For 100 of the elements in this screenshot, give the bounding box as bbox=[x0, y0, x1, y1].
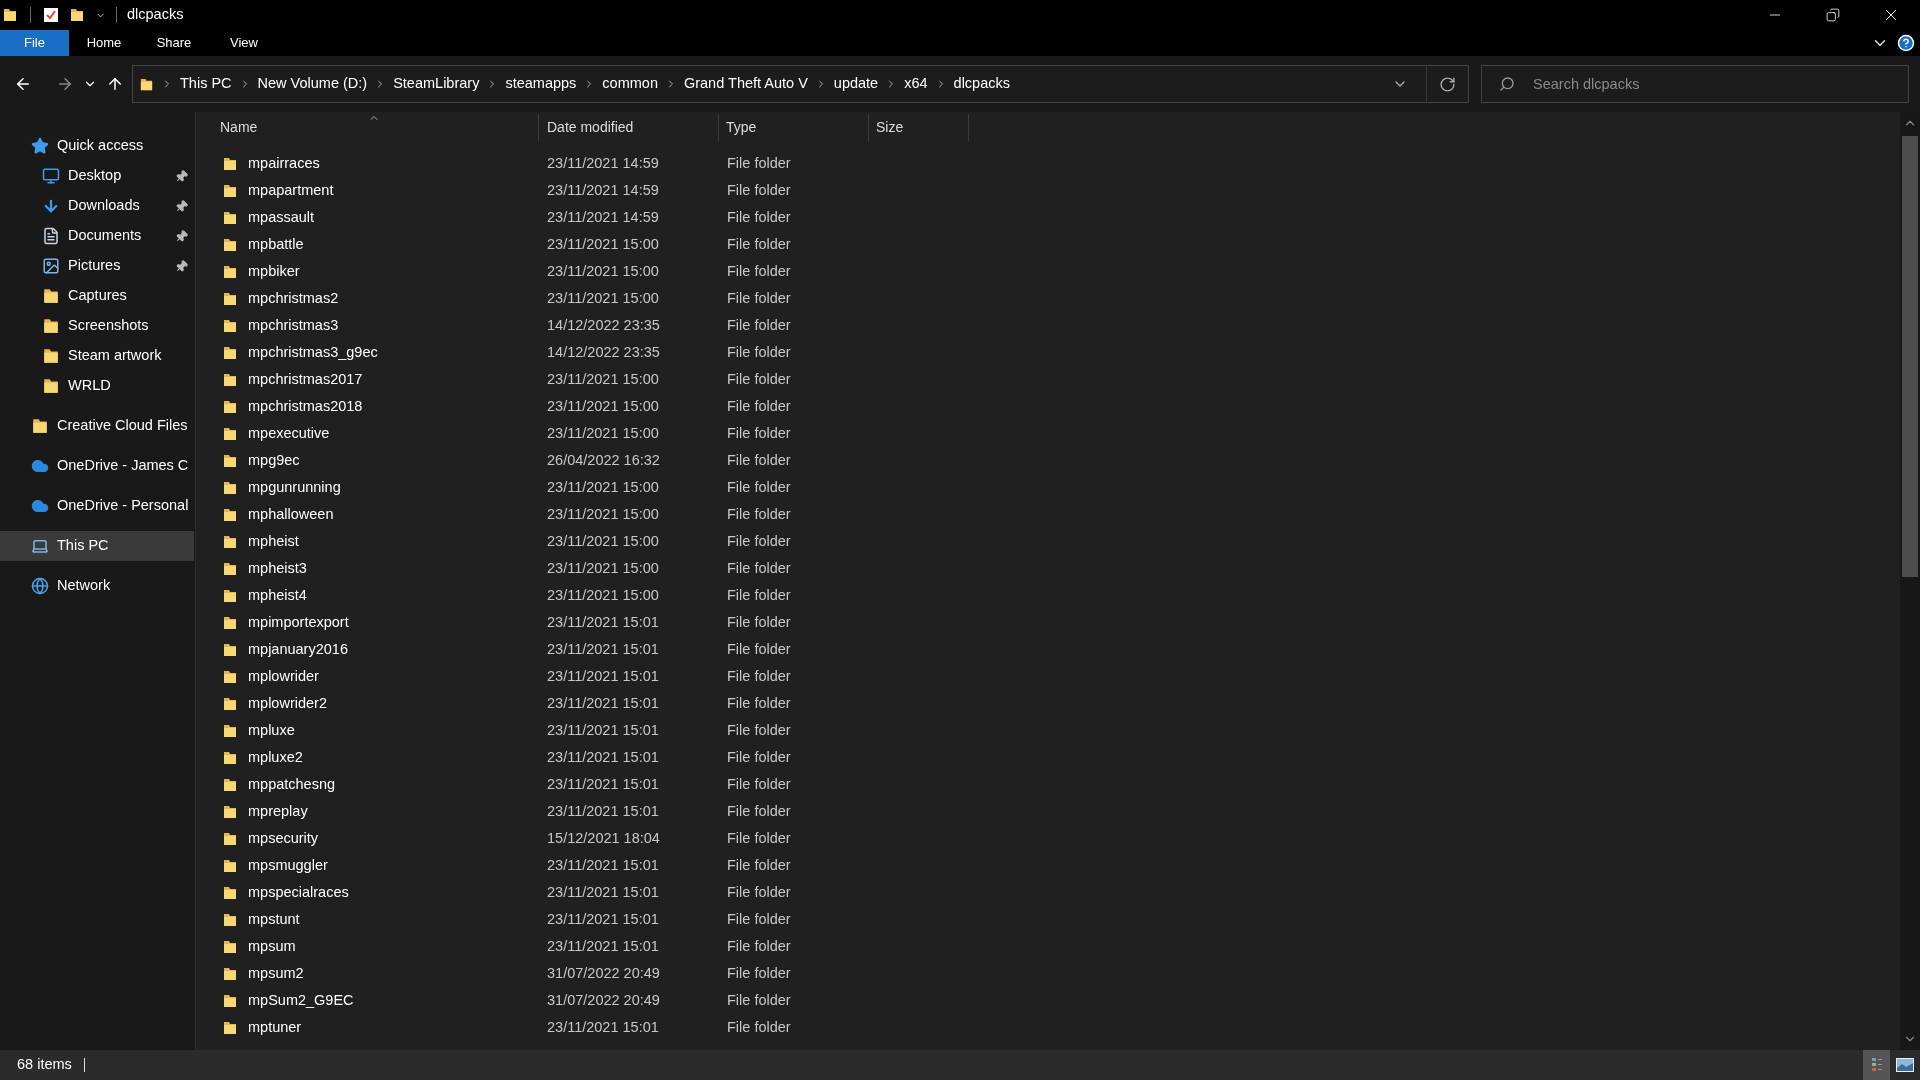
file-name[interactable]: mpgunrunning bbox=[248, 476, 547, 499]
file-name[interactable]: mpg9ec bbox=[248, 449, 547, 472]
sidebar-item[interactable]: Downloads bbox=[0, 191, 194, 221]
file-name[interactable]: mpimportexport bbox=[248, 611, 547, 634]
date-modified: 23/11/2021 15:01 bbox=[547, 639, 660, 659]
file-name[interactable]: mpbiker bbox=[248, 260, 547, 283]
file-name[interactable]: mpchristmas2 bbox=[248, 287, 547, 310]
file-type: File folder bbox=[727, 369, 792, 389]
breadcrumb-item[interactable]: x64 bbox=[904, 73, 928, 95]
file-name[interactable]: mppatchesng bbox=[248, 773, 547, 796]
back-icon[interactable] bbox=[14, 75, 32, 93]
sidebar-item[interactable]: Documents bbox=[0, 221, 194, 251]
sidebar-item[interactable]: Screenshots bbox=[0, 311, 194, 341]
file-type: File folder bbox=[727, 207, 792, 227]
details-view-button[interactable] bbox=[1863, 1050, 1890, 1080]
date-modified: 23/11/2021 15:01 bbox=[547, 1017, 660, 1037]
file-name[interactable]: mpheist3 bbox=[248, 557, 547, 580]
file-name[interactable]: mpairraces bbox=[248, 152, 547, 175]
date-modified: 23/11/2021 15:00 bbox=[547, 288, 660, 308]
breadcrumb-item[interactable]: common bbox=[602, 73, 658, 95]
file-name[interactable]: mpspecialraces bbox=[248, 881, 547, 904]
date-modified: 23/11/2021 15:00 bbox=[547, 558, 660, 578]
sidebar-item[interactable]: OneDrive - Personal bbox=[0, 491, 194, 521]
file-name[interactable]: mpheist bbox=[248, 530, 547, 553]
breadcrumb-item[interactable]: dlcpacks bbox=[953, 73, 1010, 95]
breadcrumb-item[interactable]: New Volume (D:) bbox=[257, 73, 368, 95]
file-name[interactable]: mpexecutive bbox=[248, 422, 547, 445]
file-type: File folder bbox=[727, 612, 792, 632]
file-name[interactable]: mpreplay bbox=[248, 800, 547, 823]
scrollbar[interactable] bbox=[1900, 112, 1920, 1050]
file-name[interactable]: mpsmuggler bbox=[248, 854, 547, 877]
refresh-icon[interactable] bbox=[1439, 75, 1456, 93]
checklist-icon[interactable] bbox=[43, 7, 59, 23]
file-name[interactable]: mpchristmas3 bbox=[248, 314, 547, 337]
ribbon-tab[interactable]: Share bbox=[139, 30, 209, 56]
search-field[interactable]: Search dlcpacks bbox=[1481, 65, 1909, 103]
restore-icon[interactable] bbox=[1826, 8, 1840, 22]
file-name[interactable]: mpsum bbox=[248, 935, 547, 958]
file-name[interactable]: mpapartment bbox=[248, 179, 547, 202]
column-header[interactable]: Size bbox=[869, 114, 969, 141]
breadcrumb-item[interactable]: update bbox=[833, 73, 879, 95]
sidebar-item[interactable]: WRLD bbox=[0, 371, 194, 401]
file-name[interactable]: mptuner bbox=[248, 1016, 547, 1039]
sidebar-item[interactable]: Quick access bbox=[0, 131, 194, 161]
file-type: File folder bbox=[727, 936, 792, 956]
date-modified: 23/11/2021 15:01 bbox=[547, 801, 660, 821]
sidebar-item[interactable]: Network bbox=[0, 571, 194, 601]
address-bar[interactable]: This PC New Volume (D:) SteamLibrary steamapps common Grand Theft Auto V update x64 dlcpacks bbox=[132, 65, 1469, 103]
sidebar-item[interactable]: Captures bbox=[0, 281, 194, 311]
breadcrumb-item[interactable]: SteamLibrary bbox=[393, 73, 480, 95]
large-icons-view-icon[interactable] bbox=[1896, 1058, 1914, 1072]
file-name[interactable]: mpstunt bbox=[248, 908, 547, 931]
sidebar-item[interactable]: Pictures bbox=[0, 251, 194, 281]
file-name[interactable]: mpjanuary2016 bbox=[248, 638, 547, 661]
file-name[interactable]: mpsum2 bbox=[248, 962, 547, 985]
window-title: dlcpacks bbox=[127, 5, 184, 25]
breadcrumb-item[interactable]: steamapps bbox=[505, 73, 577, 95]
file-name[interactable]: mpsecurity bbox=[248, 827, 547, 850]
file-name[interactable]: mpSum2_G9EC bbox=[248, 989, 547, 1012]
sidebar-item[interactable]: OneDrive - James C bbox=[0, 451, 194, 481]
file-name[interactable]: mpchristmas2018 bbox=[248, 395, 547, 418]
file-name[interactable]: mpluxe bbox=[248, 719, 547, 742]
ribbon-tab[interactable]: File bbox=[0, 30, 69, 56]
column-header[interactable]: Name bbox=[196, 114, 539, 141]
file-type: File folder bbox=[727, 396, 792, 416]
file-name[interactable]: mpbattle bbox=[248, 233, 547, 256]
file-name[interactable]: mplowrider bbox=[248, 665, 547, 688]
file-name[interactable]: mpchristmas2017 bbox=[248, 368, 547, 391]
scrollbar-thumb[interactable] bbox=[1902, 136, 1918, 577]
breadcrumb-item[interactable]: Grand Theft Auto V bbox=[683, 73, 808, 95]
file-name[interactable]: mpluxe2 bbox=[248, 746, 547, 769]
sidebar-item[interactable]: Creative Cloud Files bbox=[0, 411, 194, 441]
details-view-icon[interactable] bbox=[1871, 1057, 1882, 1073]
file-name[interactable]: mpassault bbox=[248, 206, 547, 229]
folder-icon bbox=[42, 347, 60, 365]
sidebar-item[interactable]: Desktop bbox=[0, 161, 194, 191]
file-name[interactable]: mpheist4 bbox=[248, 584, 547, 607]
forward-icon[interactable] bbox=[56, 75, 74, 93]
folder-icon bbox=[222, 506, 238, 523]
breadcrumb-item[interactable]: This PC bbox=[180, 73, 232, 95]
help-icon[interactable] bbox=[1897, 34, 1915, 52]
ribbon-tab[interactable]: Home bbox=[69, 30, 139, 56]
folder-icon bbox=[222, 641, 238, 658]
up-icon[interactable] bbox=[106, 75, 124, 93]
ribbon-tab[interactable]: View bbox=[209, 30, 279, 56]
file-name[interactable]: mplowrider2 bbox=[248, 692, 547, 715]
column-header[interactable]: Date modified bbox=[539, 114, 719, 141]
file-type: File folder bbox=[727, 666, 792, 686]
column-header[interactable]: Type bbox=[719, 114, 869, 141]
file-type: File folder bbox=[727, 261, 792, 281]
folder-icon bbox=[222, 884, 238, 901]
file-type: File folder bbox=[727, 990, 792, 1010]
file-name[interactable]: mphalloween bbox=[248, 503, 547, 526]
date-modified: 23/11/2021 15:00 bbox=[547, 423, 660, 443]
date-modified: 15/12/2021 18:04 bbox=[547, 828, 661, 848]
file-type: File folder bbox=[727, 315, 792, 335]
sidebar-item[interactable]: This PC bbox=[0, 531, 194, 561]
sidebar-item[interactable]: Steam artwork bbox=[0, 341, 194, 371]
date-modified: 23/11/2021 15:00 bbox=[547, 396, 660, 416]
file-name[interactable]: mpchristmas3_g9ec bbox=[248, 341, 547, 364]
